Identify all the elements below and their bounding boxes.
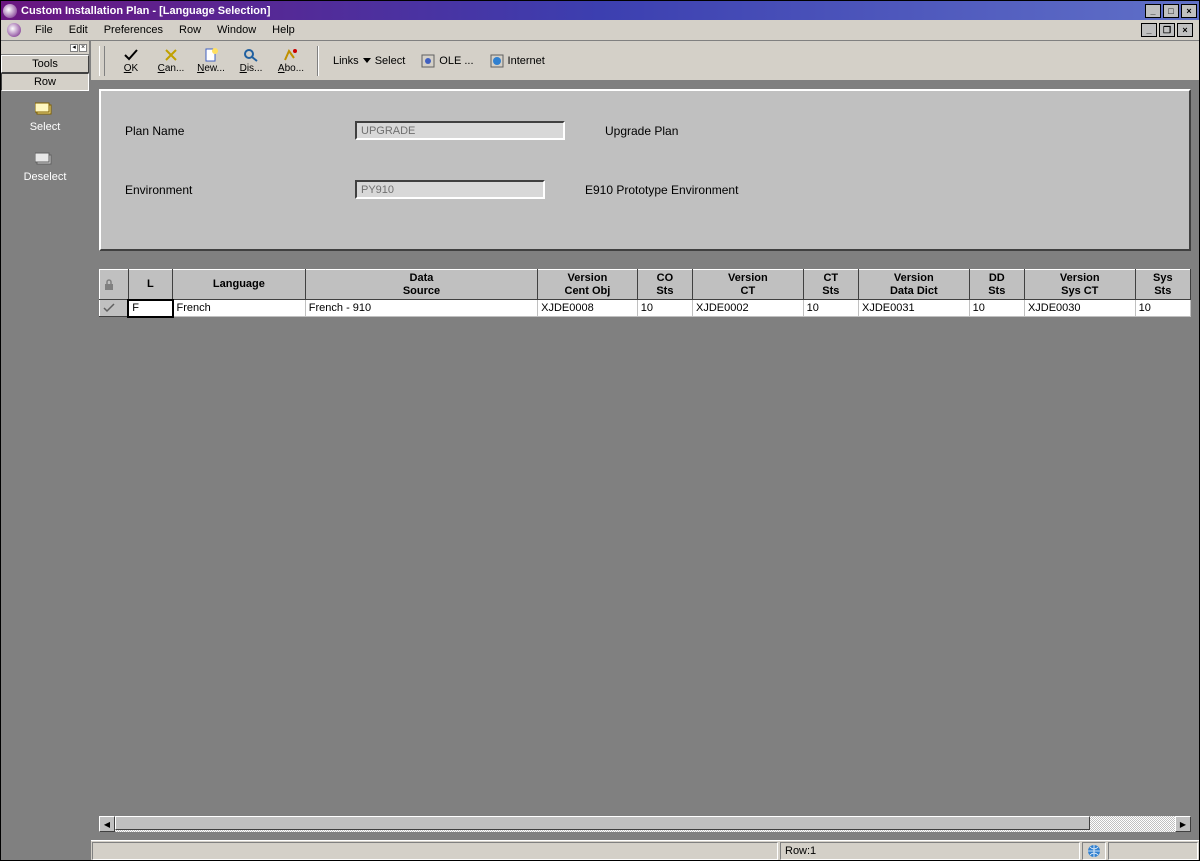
cell-ct-sts[interactable]: 10 <box>803 300 858 317</box>
internet-icon <box>490 54 504 68</box>
environment-label: Environment <box>125 183 355 197</box>
col-data-source[interactable]: DataSource <box>305 270 537 300</box>
row-selector[interactable] <box>100 300 129 317</box>
about-button[interactable]: Abo... <box>273 43 309 79</box>
display-icon <box>243 48 259 62</box>
toolbar-grip[interactable] <box>99 46 105 76</box>
ole-icon <box>421 54 435 68</box>
plan-name-label: Plan Name <box>125 124 355 138</box>
menu-window[interactable]: Window <box>209 22 264 38</box>
scroll-thumb[interactable] <box>115 816 1090 830</box>
table-row[interactable]: F French French - 910 XJDE0008 10 XJDE00… <box>100 300 1191 317</box>
sidebar-tab-row[interactable]: Row <box>1 73 89 91</box>
col-language[interactable]: Language <box>173 270 306 300</box>
status-extra <box>1108 842 1198 860</box>
mdi-restore-button[interactable]: ❐ <box>1159 23 1175 37</box>
col-sys-sts[interactable]: SysSts <box>1135 270 1190 300</box>
menu-edit[interactable]: Edit <box>61 22 96 38</box>
col-version-cent[interactable]: VersionCent Obj <box>538 270 638 300</box>
lock-icon <box>104 279 114 291</box>
select-label: Select <box>30 121 61 133</box>
status-globe <box>1082 842 1106 860</box>
display-button[interactable]: Dis... <box>233 43 269 79</box>
grid-header: L Language DataSource VersionCent Obj CO… <box>100 270 1191 300</box>
cell-version-dd[interactable]: XJDE0031 <box>858 300 969 317</box>
menu-file[interactable]: File <box>27 22 61 38</box>
maximize-button[interactable]: □ <box>1163 4 1179 18</box>
environment-desc: E910 Prototype Environment <box>585 183 738 197</box>
col-version-ct[interactable]: VersionCT <box>693 270 804 300</box>
col-version-dd[interactable]: VersionData Dict <box>858 270 969 300</box>
checkmark-icon <box>123 48 139 62</box>
plan-name-desc: Upgrade Plan <box>605 124 678 138</box>
scroll-left-button[interactable]: ◀ <box>99 816 115 832</box>
toolbar-separator <box>317 46 319 76</box>
plan-name-field[interactable]: UPGRADE <box>355 121 565 140</box>
cancel-icon <box>163 48 179 62</box>
data-grid[interactable]: L Language DataSource VersionCent Obj CO… <box>99 269 1191 318</box>
cell-l[interactable]: F <box>128 300 172 317</box>
sidebar-action-deselect[interactable]: Deselect <box>24 151 67 183</box>
dropdown-arrow-icon <box>363 58 371 63</box>
internet-button[interactable]: Internet <box>484 54 551 68</box>
window-title: Custom Installation Plan - [Language Sel… <box>21 5 1145 17</box>
mdi-close-button[interactable]: × <box>1177 23 1193 37</box>
toolbar: OK Can... New... Dis... Abo... <box>91 41 1199 81</box>
horizontal-scrollbar[interactable]: ◀ ▶ <box>99 816 1191 832</box>
cell-version-ct[interactable]: XJDE0002 <box>693 300 804 317</box>
cell-co-sts[interactable]: 10 <box>637 300 692 317</box>
col-dd-sts[interactable]: DDSts <box>969 270 1024 300</box>
col-l[interactable]: L <box>128 270 172 300</box>
menu-help[interactable]: Help <box>264 22 303 38</box>
status-message <box>92 842 778 860</box>
ok-button[interactable]: OK <box>113 43 149 79</box>
cell-language[interactable]: French <box>173 300 306 317</box>
app-icon <box>3 4 17 18</box>
cell-dd-sts[interactable]: 10 <box>969 300 1024 317</box>
deselect-icon <box>35 151 55 167</box>
sidebar: ◂× Tools Row Select Desele <box>1 41 91 860</box>
cell-version-sys[interactable]: XJDE0030 <box>1024 300 1135 317</box>
status-row: Row:1 <box>780 842 1080 860</box>
scroll-track[interactable] <box>115 816 1175 832</box>
scroll-right-button[interactable]: ▶ <box>1175 816 1191 832</box>
titlebar: Custom Installation Plan - [Language Sel… <box>1 1 1199 20</box>
app-menu-icon[interactable] <box>7 23 21 37</box>
menu-row[interactable]: Row <box>171 22 209 38</box>
about-icon <box>283 48 299 62</box>
cell-data-source[interactable]: French - 910 <box>305 300 537 317</box>
new-button[interactable]: New... <box>193 43 229 79</box>
environment-field[interactable]: PY910 <box>355 180 545 199</box>
cell-version-cent[interactable]: XJDE0008 <box>538 300 638 317</box>
deselect-label: Deselect <box>24 171 67 183</box>
sidebar-action-select[interactable]: Select <box>30 101 61 133</box>
globe-icon <box>1087 844 1101 858</box>
cancel-button[interactable]: Can... <box>153 43 189 79</box>
grid: L Language DataSource VersionCent Obj CO… <box>99 269 1191 840</box>
menubar: File Edit Preferences Row Window Help _ … <box>1 20 1199 41</box>
select-icon <box>35 101 55 117</box>
row-checkmark-icon <box>103 303 115 313</box>
cell-sys-sts[interactable]: 10 <box>1135 300 1190 317</box>
statusbar: Row:1 <box>91 840 1199 860</box>
col-ct-sts[interactable]: CTSts <box>803 270 858 300</box>
sidebar-tab-tools[interactable]: Tools <box>1 55 89 73</box>
minimize-button[interactable]: _ <box>1145 4 1161 18</box>
close-button[interactable]: × <box>1181 4 1197 18</box>
col-co-sts[interactable]: COSts <box>637 270 692 300</box>
mdi-minimize-button[interactable]: _ <box>1141 23 1157 37</box>
col-lock[interactable] <box>100 270 129 300</box>
menu-preferences[interactable]: Preferences <box>96 22 171 38</box>
form-panel: Plan Name UPGRADE Upgrade Plan Environme… <box>99 89 1191 251</box>
col-version-sys[interactable]: VersionSys CT <box>1024 270 1135 300</box>
sidebar-handle[interactable]: ◂× <box>1 41 89 55</box>
links-dropdown[interactable]: Links Select <box>327 55 411 67</box>
ole-button[interactable]: OLE ... <box>415 54 479 68</box>
new-icon <box>203 48 219 62</box>
